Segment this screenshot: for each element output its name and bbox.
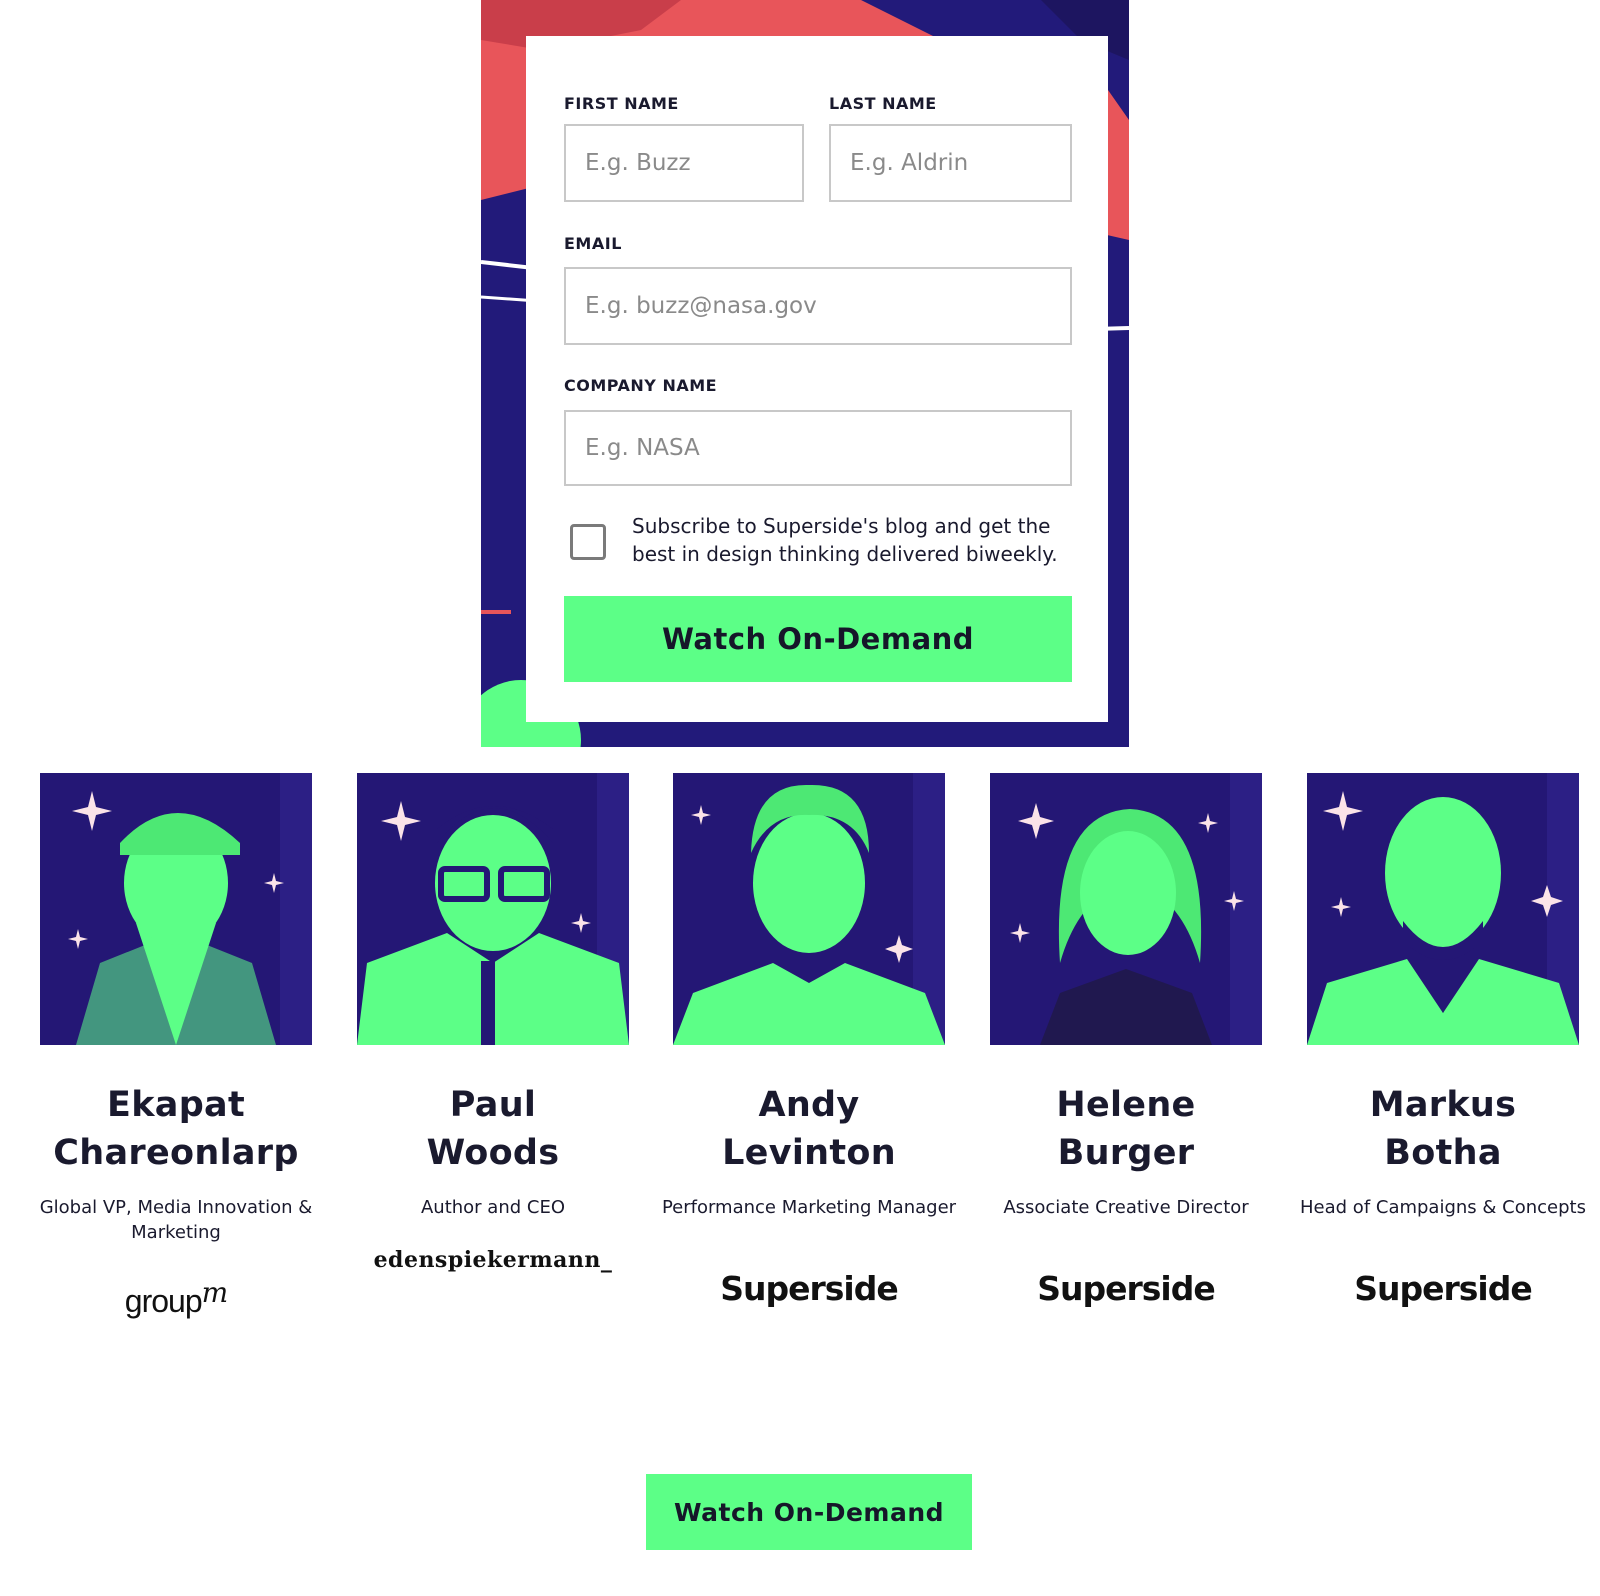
speaker-photo xyxy=(990,773,1262,1045)
last-name-input[interactable] xyxy=(829,124,1072,202)
speaker-title: Associate Creative Director xyxy=(1003,1197,1249,1218)
watch-on-demand-button[interactable]: Watch On-Demand xyxy=(564,596,1072,682)
company-logo-edenspiekermann: edenspiekermann_ xyxy=(373,1247,613,1273)
first-name-label: FIRST NAME xyxy=(564,94,679,113)
last-name-label: LAST NAME xyxy=(829,94,937,113)
speaker-photo xyxy=(1307,773,1579,1045)
speaker-name: Helene Burger xyxy=(1056,1085,1196,1173)
company-logo-superside: Superside xyxy=(1354,1269,1533,1308)
company-logo-groupm: groupm xyxy=(124,1276,228,1319)
speaker-name: Ekapat Chareonlarp xyxy=(53,1085,299,1173)
speaker-photo xyxy=(673,773,945,1045)
subscribe-label: Subscribe to Superside's blog and get th… xyxy=(632,514,1058,566)
company-name-label: COMPANY NAME xyxy=(564,376,718,395)
speaker-title: Author and CEO xyxy=(420,1197,566,1218)
signup-form: FIRST NAME LAST NAME EMAIL COMPANY NAME … xyxy=(526,36,1108,722)
speaker-name: Paul Woods xyxy=(426,1085,560,1173)
company-logo-superside: Superside xyxy=(720,1269,899,1308)
speaker-name: Andy Levinton xyxy=(722,1085,896,1173)
company-name-input[interactable] xyxy=(564,410,1072,486)
first-name-input[interactable] xyxy=(564,124,804,202)
speaker-title: Global VP, Media Innovation & Marketing xyxy=(39,1197,313,1243)
email-input[interactable] xyxy=(564,267,1072,345)
speaker-title: Head of Campaigns & Concepts xyxy=(1300,1197,1586,1218)
subscribe-checkbox[interactable] xyxy=(570,524,606,560)
company-logo-superside: Superside xyxy=(1037,1269,1216,1308)
speaker-photo xyxy=(357,773,629,1045)
watch-on-demand-cta-button[interactable]: Watch On-Demand xyxy=(646,1474,972,1550)
email-label: EMAIL xyxy=(564,234,622,253)
speaker-name: Markus Botha xyxy=(1369,1085,1517,1173)
speaker-title: Performance Marketing Manager xyxy=(661,1197,957,1218)
speaker-photo xyxy=(40,773,312,1045)
